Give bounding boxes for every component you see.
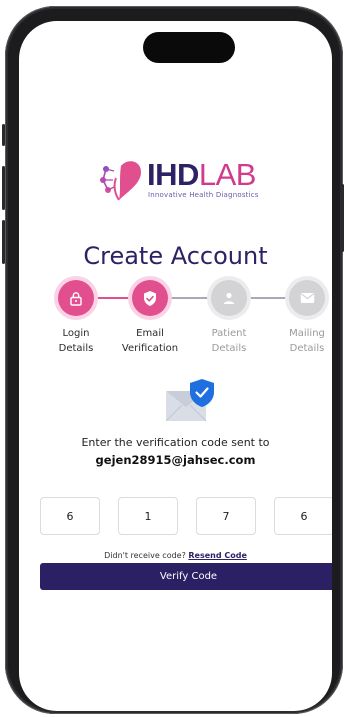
envelope-shield-icon <box>165 379 214 422</box>
step-email-verification[interactable] <box>132 280 168 316</box>
step-label-mailing: Mailing Details <box>289 328 325 354</box>
phone-screen: IHDLAB Innovative Health Diagnostics Cre… <box>19 21 332 711</box>
shield-check-icon <box>144 290 156 306</box>
user-icon <box>223 292 235 304</box>
code-digit-input-2[interactable]: 1 <box>118 497 178 535</box>
mail-icon <box>300 293 314 303</box>
step-label-patient: Patient Details <box>211 328 247 354</box>
step-patient-details[interactable] <box>211 280 247 316</box>
power-button <box>341 184 344 252</box>
step-mailing-details[interactable] <box>289 280 325 316</box>
logo-tagline: Innovative Health Diagnostics <box>148 191 259 199</box>
resend-prompt: Didn't receive code? <box>104 551 186 560</box>
logo-lab-text: LAB <box>198 157 257 192</box>
volume-up-button <box>2 166 5 210</box>
page-title: Create Account <box>83 242 268 270</box>
phone-frame: IHDLAB Innovative Health Diagnostics Cre… <box>2 6 344 714</box>
step-login-details[interactable] <box>58 280 94 316</box>
logo-wordmark: IHDLAB <box>147 157 257 192</box>
step-label-email: Email Verification <box>121 328 179 354</box>
verify-code-button[interactable]: Verify Code <box>40 563 332 590</box>
logo-ihd-text: IHD <box>147 157 199 192</box>
code-digit-input-1[interactable]: 6 <box>40 497 100 535</box>
dynamic-island <box>143 32 235 63</box>
volume-down-button <box>2 220 5 264</box>
verification-email: gejen28915@jahsec.com <box>95 453 256 467</box>
step-label-login: Login Details <box>58 328 94 354</box>
resend-row: Didn't receive code? Resend Code <box>19 551 332 560</box>
code-digit-input-3[interactable]: 7 <box>196 497 256 535</box>
resend-code-link[interactable]: Resend Code <box>188 551 247 560</box>
logo-heart-icon <box>100 161 141 201</box>
lock-icon <box>70 291 82 306</box>
mute-switch <box>2 124 5 146</box>
verification-instruction: Enter the verification code sent to <box>81 436 270 449</box>
ihdlab-logo: IHDLAB Innovative Health Diagnostics <box>97 156 277 204</box>
code-digit-input-4[interactable]: 6 <box>274 497 332 535</box>
